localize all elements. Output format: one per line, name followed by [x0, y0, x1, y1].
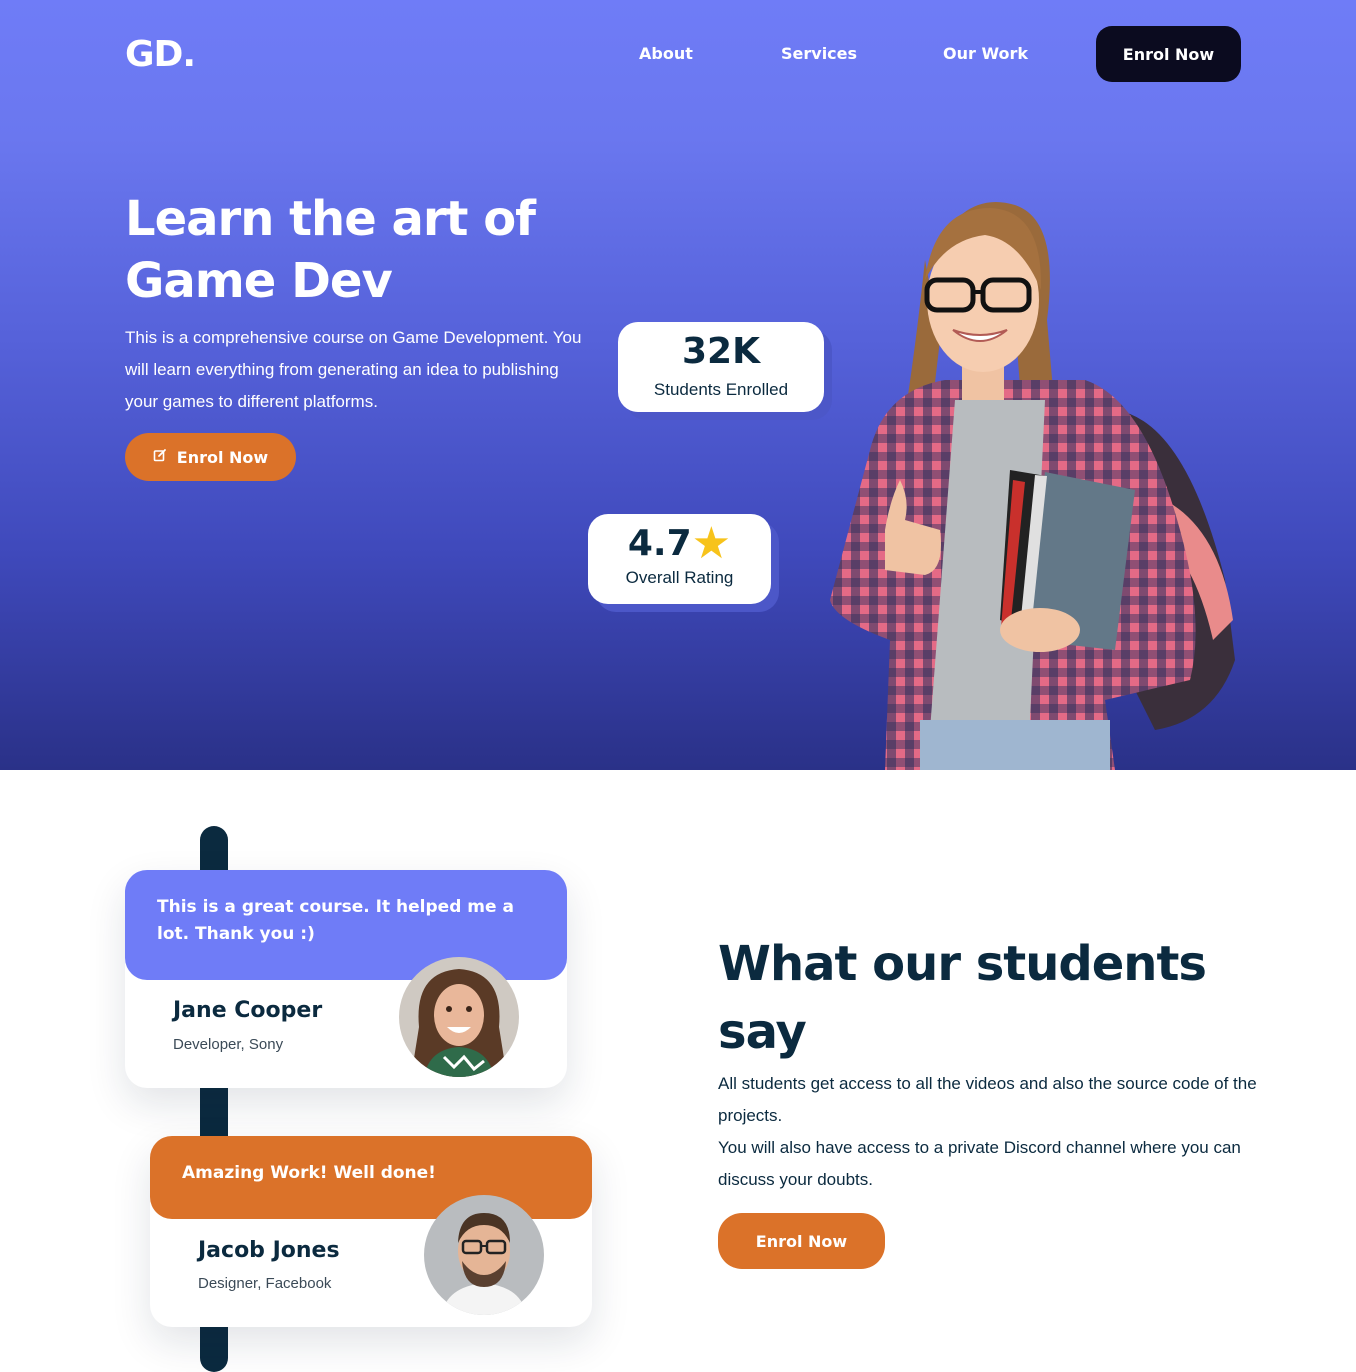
hero-enrol-label: Enrol Now — [176, 447, 269, 467]
students-say-title: What our students say — [718, 936, 1207, 1060]
testimonial-role: Designer, Facebook — [198, 1275, 332, 1292]
hero-section: GD. About Services Our Work Enrol Now Le… — [0, 0, 1356, 770]
overall-rating-card: 4.7★ Overall Rating — [588, 514, 771, 604]
testimonial-name: Jacob Jones — [198, 1238, 340, 1263]
testimonial-quote: Amazing Work! Well done! — [150, 1136, 592, 1219]
students-say-paragraph: All students get access to all the video… — [718, 1074, 1257, 1125]
students-say-paragraph: You will also have access to a private D… — [718, 1138, 1241, 1189]
overall-rating-value: 4.7 — [627, 523, 692, 564]
students-say-enrol-button[interactable]: Enrol Now — [718, 1213, 885, 1269]
edit-icon — [153, 448, 167, 466]
avatar — [424, 1195, 544, 1315]
nav-link-services[interactable]: Services — [781, 44, 857, 63]
nav-link-our-work[interactable]: Our Work — [943, 44, 1028, 63]
avatar — [399, 957, 519, 1077]
nav-link-about[interactable]: About — [639, 44, 693, 63]
testimonial-quote: This is a great course. It helped me a l… — [125, 870, 567, 980]
testimonial-name: Jane Cooper — [173, 998, 323, 1023]
testimonial-card: This is a great course. It helped me a l… — [125, 870, 567, 1088]
student-photo — [830, 202, 1235, 770]
hero-enrol-button[interactable]: Enrol Now — [125, 433, 296, 481]
hero-title: Learn the art of Game Dev — [125, 191, 536, 309]
overall-rating-label: Overall Rating — [625, 568, 734, 587]
star-icon: ★ — [691, 519, 732, 568]
header-enrol-button[interactable]: Enrol Now — [1096, 26, 1241, 82]
testimonial-role: Developer, Sony — [173, 1036, 284, 1053]
testimonial-card: Amazing Work! Well done! Jacob Jones Des… — [150, 1136, 592, 1327]
hero-description: This is a comprehensive course on Game D… — [125, 328, 582, 411]
students-enrolled-label: Students Enrolled — [653, 380, 789, 399]
students-enrolled-value: 32K — [682, 331, 760, 372]
students-say-description: All students get access to all the video… — [718, 1068, 1258, 1196]
students-enrolled-card: 32K Students Enrolled — [618, 322, 824, 412]
logo[interactable]: GD. — [125, 34, 196, 75]
